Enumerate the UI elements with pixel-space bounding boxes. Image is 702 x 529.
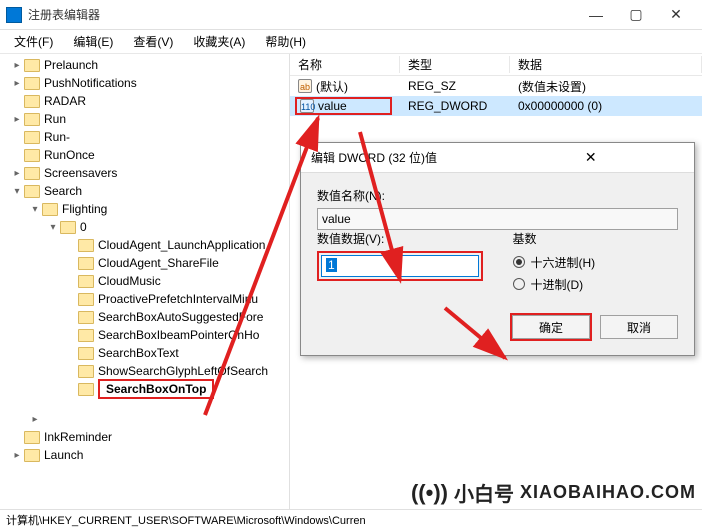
- tree-item[interactable]: ShowSearchGlyphLeftOfSearch: [98, 364, 268, 378]
- tree-item[interactable]: RADAR: [44, 94, 86, 108]
- value-row-default[interactable]: ab (默认) REG_SZ (数值未设置): [290, 76, 702, 96]
- status-bar: 计算机\HKEY_CURRENT_USER\SOFTWARE\Microsoft…: [0, 509, 702, 529]
- folder-icon: [78, 257, 94, 270]
- value-name: value: [318, 99, 347, 113]
- tree-item[interactable]: Run: [44, 112, 66, 126]
- minimize-button[interactable]: —: [576, 1, 616, 29]
- tree-item[interactable]: PushNotifications: [44, 76, 137, 90]
- radio-dot-icon: [513, 256, 525, 268]
- tree-item[interactable]: Flighting: [62, 202, 107, 216]
- close-button[interactable]: ✕: [656, 1, 696, 29]
- radio-dec[interactable]: 十进制(D): [513, 273, 679, 295]
- folder-icon: [78, 347, 94, 360]
- tree-pane[interactable]: ▸ Prelaunch ▸ PushNotifications RADAR ▸ Run…: [0, 54, 290, 509]
- value-name-label: 数值名称(N):: [317, 187, 678, 204]
- tree-item[interactable]: SearchBoxAutoSuggestedFore: [98, 310, 263, 324]
- radio-dot-icon: [513, 278, 525, 290]
- value-type: REG_DWORD: [400, 99, 510, 113]
- maximize-button[interactable]: ▢: [616, 1, 656, 29]
- tree-item[interactable]: SearchBoxIbeamPointerOnHo: [98, 328, 259, 342]
- dialog-titlebar[interactable]: 编辑 DWORD (32 位)值 ✕: [301, 143, 694, 173]
- folder-icon: [78, 329, 94, 342]
- chevron-down-icon[interactable]: ▾: [10, 184, 24, 198]
- dialog-title: 编辑 DWORD (32 位)值: [311, 149, 498, 166]
- folder-icon: [24, 59, 40, 72]
- tree-item[interactable]: Launch: [44, 448, 83, 462]
- window-controls: — ▢ ✕: [576, 1, 696, 29]
- folder-icon: [24, 131, 40, 144]
- edit-dword-dialog: 编辑 DWORD (32 位)值 ✕ 数值名称(N): 数值数据(V): 1 基…: [300, 142, 695, 356]
- title-bar: 注册表编辑器 — ▢ ✕: [0, 0, 702, 30]
- col-type[interactable]: 类型: [400, 56, 510, 73]
- menu-favorites[interactable]: 收藏夹(A): [183, 31, 255, 52]
- menu-file[interactable]: 文件(F): [4, 31, 63, 52]
- base-label: 基数: [513, 230, 679, 247]
- menu-bar: 文件(F) 编辑(E) 查看(V) 收藏夹(A) 帮助(H): [0, 30, 702, 54]
- value-type: REG_SZ: [400, 79, 510, 93]
- value-row-value[interactable]: 110 value REG_DWORD 0x00000000 (0): [290, 96, 702, 116]
- value-name-input[interactable]: [317, 208, 678, 230]
- tree-item[interactable]: Run-: [44, 130, 70, 144]
- value-data-highlight: 1: [317, 251, 483, 281]
- folder-icon: [78, 311, 94, 324]
- chevron-right-icon[interactable]: ▸: [10, 166, 24, 180]
- folder-icon: [24, 167, 40, 180]
- binary-value-icon: 110: [300, 99, 314, 113]
- folder-icon: [24, 449, 40, 462]
- value-data-input[interactable]: 1: [321, 255, 479, 277]
- value-name: (默认): [316, 78, 348, 95]
- tree-item[interactable]: CloudMusic: [98, 274, 161, 288]
- folder-icon: [78, 383, 94, 396]
- folder-icon: [24, 149, 40, 162]
- tree-item[interactable]: InkReminder: [44, 430, 112, 444]
- chevron-down-icon[interactable]: ▾: [28, 202, 42, 216]
- tree-item[interactable]: ProactivePrefetchIntervalMinu: [98, 292, 258, 306]
- chevron-right-icon[interactable]: ▸: [28, 412, 42, 426]
- values-header: 名称 类型 数据: [290, 54, 702, 76]
- tree-item-searchboxontop[interactable]: SearchBoxOnTop: [98, 379, 214, 399]
- folder-icon: [78, 239, 94, 252]
- col-data[interactable]: 数据: [510, 56, 702, 73]
- folder-icon: [24, 431, 40, 444]
- folder-icon: [24, 77, 40, 90]
- folder-icon: [78, 275, 94, 288]
- col-name[interactable]: 名称: [290, 56, 400, 73]
- tree-item[interactable]: RunOnce: [44, 148, 95, 162]
- tree-item[interactable]: CloudAgent_ShareFile: [98, 256, 219, 270]
- cancel-button[interactable]: 取消: [600, 315, 678, 339]
- tree-item[interactable]: CloudAgent_LaunchApplication: [98, 238, 265, 252]
- watermark-brand: ((•)) 小白号 XIAOBAIHAO.COM: [411, 478, 696, 507]
- folder-icon: [78, 365, 94, 378]
- chevron-right-icon[interactable]: ▸: [10, 112, 24, 126]
- tree-item[interactable]: Screensavers: [44, 166, 117, 180]
- value-data: 0x00000000 (0): [510, 99, 610, 113]
- chevron-down-icon[interactable]: ▾: [46, 220, 60, 234]
- chevron-right-icon[interactable]: ▸: [10, 448, 24, 462]
- value-data: (数值未设置): [510, 78, 594, 95]
- chevron-right-icon[interactable]: ▸: [10, 58, 24, 72]
- string-value-icon: ab: [298, 79, 312, 93]
- folder-icon: [42, 203, 58, 216]
- tree-item[interactable]: SearchBoxText: [98, 346, 179, 360]
- folder-icon: [78, 293, 94, 306]
- dialog-close-button[interactable]: ✕: [498, 149, 685, 166]
- menu-edit[interactable]: 编辑(E): [63, 31, 123, 52]
- menu-help[interactable]: 帮助(H): [255, 31, 316, 52]
- folder-icon: [60, 221, 76, 234]
- chevron-right-icon[interactable]: ▸: [10, 76, 24, 90]
- window-title: 注册表编辑器: [28, 6, 576, 23]
- radio-hex[interactable]: 十六进制(H): [513, 251, 679, 273]
- ok-button[interactable]: 确定: [512, 315, 590, 339]
- app-icon: [6, 7, 22, 23]
- tree-item[interactable]: Prelaunch: [44, 58, 98, 72]
- menu-view[interactable]: 查看(V): [123, 31, 183, 52]
- value-data-label: 数值数据(V):: [317, 230, 483, 247]
- folder-icon: [24, 113, 40, 126]
- tree-item-search[interactable]: Search: [44, 184, 82, 198]
- tree-item[interactable]: 0: [80, 220, 87, 234]
- folder-icon: [24, 95, 40, 108]
- folder-icon: [24, 185, 40, 198]
- wifi-icon: ((•)): [411, 480, 448, 506]
